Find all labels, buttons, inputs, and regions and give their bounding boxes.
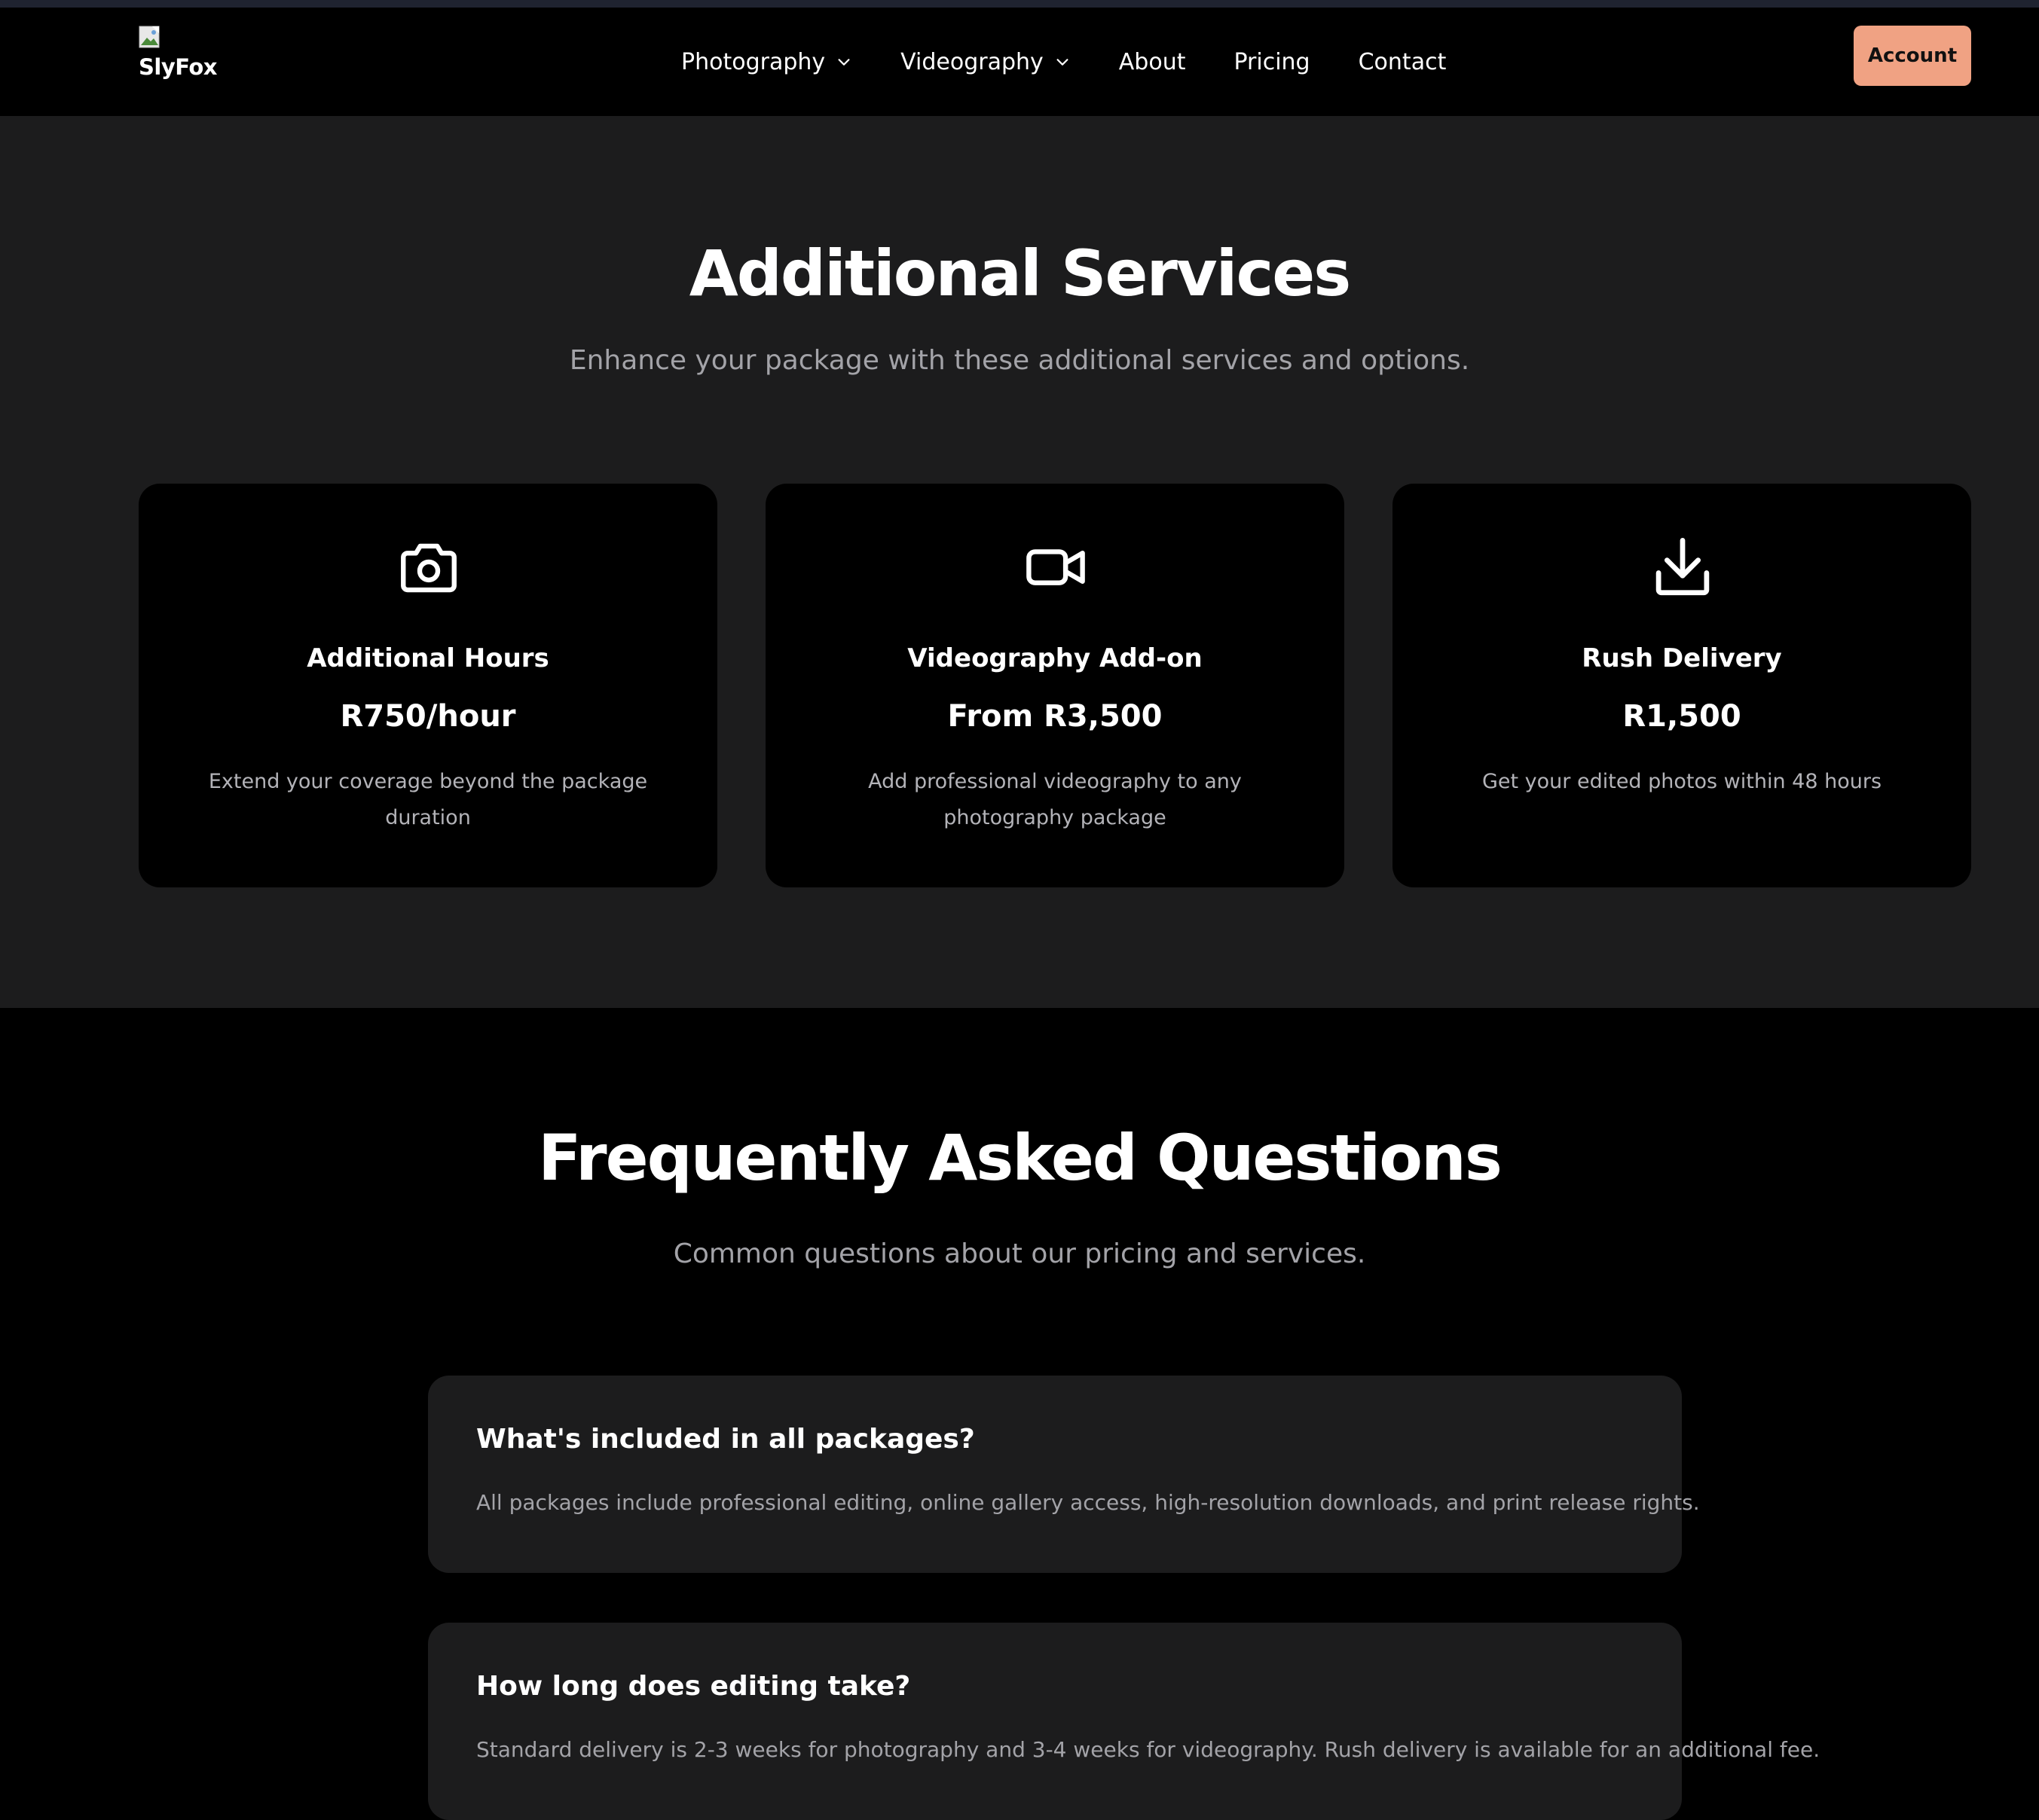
account-button[interactable]: Account <box>1854 26 1971 86</box>
nav-item-about[interactable]: About <box>1119 49 1186 75</box>
card-title: Videography Add-on <box>907 643 1203 673</box>
window-top-strip <box>0 0 2039 8</box>
nav-item-contact[interactable]: Contact <box>1359 49 1447 75</box>
card-price: R1,500 <box>1622 699 1741 734</box>
nav-item-photography[interactable]: Photography <box>681 49 852 75</box>
nav-item-label: Photography <box>681 48 826 75</box>
chevron-down-icon <box>1056 59 1068 66</box>
navbar: SlyFox Photography Videography About Pri… <box>0 8 2039 116</box>
service-card-additional-hours: Additional Hours R750/hour Extend your c… <box>139 484 717 887</box>
service-card-videography-addon: Videography Add-on From R3,500 Add profe… <box>766 484 1344 887</box>
download-icon <box>1649 533 1716 601</box>
card-description: Add professional videography to any phot… <box>868 770 1242 829</box>
chevron-down-icon <box>838 59 850 66</box>
card-title: Rush Delivery <box>1582 643 1782 673</box>
brand-name: SlyFox <box>139 54 218 80</box>
card-description: Extend your coverage beyond the package … <box>208 770 648 829</box>
card-price: From R3,500 <box>947 699 1163 734</box>
faq-question: What's included in all packages? <box>476 1424 975 1455</box>
nav-item-pricing[interactable]: Pricing <box>1233 49 1310 75</box>
nav-item-label: Videography <box>900 48 1044 75</box>
broken-image-icon <box>139 26 160 48</box>
section-subtitle: Common questions about our pricing and s… <box>673 1238 1366 1269</box>
service-card-rush-delivery: Rush Delivery R1,500 Get your edited pho… <box>1392 484 1971 887</box>
faq-answer: All packages include professional editin… <box>476 1490 1700 1515</box>
faq-section: Frequently Asked Questions Common questi… <box>0 1008 2039 1820</box>
nav-links: Photography Videography About Pricing Co… <box>681 8 1446 116</box>
video-camera-icon <box>1022 533 1090 601</box>
card-description: Get your edited photos within 48 hours <box>1481 770 1882 793</box>
camera-icon <box>395 533 463 601</box>
brand-logo[interactable]: SlyFox <box>139 26 222 89</box>
card-title: Additional Hours <box>307 643 549 673</box>
nav-item-videography[interactable]: Videography <box>900 49 1071 75</box>
faq-item[interactable]: What's included in all packages? All pac… <box>428 1376 1700 1573</box>
nav-item-label: About <box>1118 48 1186 75</box>
faq-item[interactable]: How long does editing take? Standard del… <box>428 1623 1820 1820</box>
card-price: R750/hour <box>340 699 516 734</box>
faq-question: How long does editing take? <box>476 1671 911 1702</box>
faq-answer: Standard delivery is 2-3 weeks for photo… <box>476 1737 1820 1762</box>
nav-item-label: Pricing <box>1233 48 1310 75</box>
additional-services-section: Additional Services Enhance your package… <box>0 116 2039 1008</box>
section-title: Additional Services <box>689 237 1351 310</box>
section-subtitle: Enhance your package with these addition… <box>569 345 1470 376</box>
section-title: Frequently Asked Questions <box>538 1121 1503 1195</box>
nav-item-label: Contact <box>1358 48 1447 75</box>
